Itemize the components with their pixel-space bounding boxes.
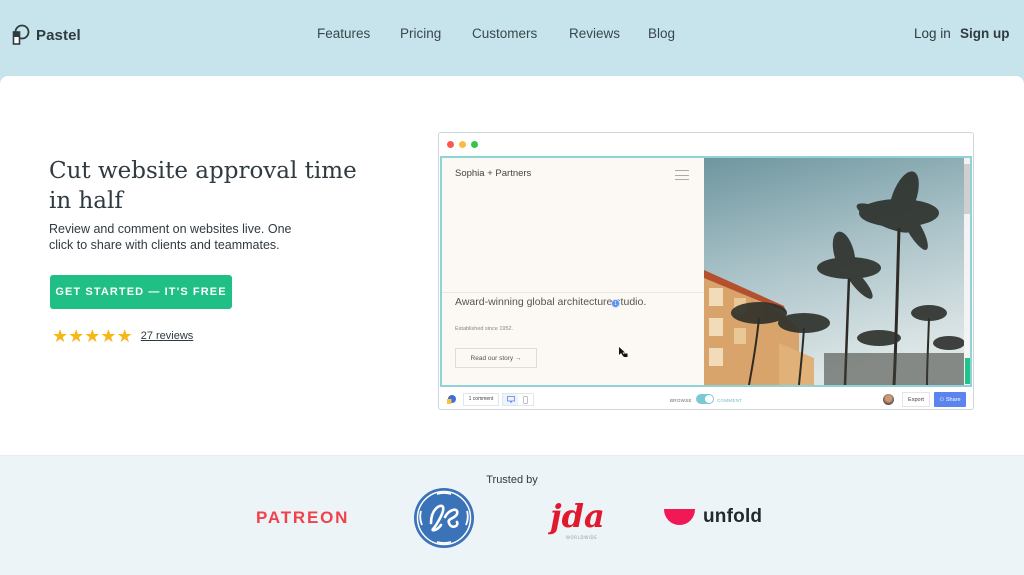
- trusted-by-title: Trusted by: [486, 474, 538, 486]
- hamburger-menu-icon: [675, 170, 689, 180]
- nav-blog[interactable]: Blog: [648, 26, 675, 41]
- read-story-button: Read our story →: [455, 348, 537, 368]
- site-header: Pastel Features Pricing Customers Review…: [0, 0, 1024, 76]
- export-button[interactable]: Export: [902, 392, 930, 407]
- main-nav: Features Pricing Customers Reviews Blog: [0, 26, 1024, 44]
- mobile-icon: [523, 395, 528, 404]
- scroll-indicator: [965, 358, 970, 384]
- unfold-logo-mark: [664, 509, 695, 525]
- scrollbar-thumb[interactable]: [964, 164, 970, 214]
- comment-count-button[interactable]: 1 comment: [463, 393, 499, 406]
- ge-logo: [414, 488, 474, 548]
- unfold-logo: unfold: [664, 506, 762, 528]
- minimize-dot-icon: [459, 141, 466, 148]
- device-switcher: [502, 393, 534, 406]
- desktop-icon: [506, 396, 515, 403]
- preview-site-name: Sophia + Partners: [455, 168, 532, 179]
- share-button[interactable]: ⚇ Share: [934, 392, 966, 407]
- maximize-dot-icon: [471, 141, 478, 148]
- rating: ★ ★ ★ ★ ★ 27 reviews: [52, 327, 193, 345]
- browse-mode-label: BROWSE: [670, 398, 692, 403]
- comment-mode-label: COMMENT: [717, 398, 743, 403]
- nav-pricing[interactable]: Pricing: [400, 26, 441, 41]
- star-icon: ★: [116, 326, 133, 346]
- signup-link[interactable]: Sign up: [960, 26, 1010, 41]
- login-link[interactable]: Log in: [914, 26, 951, 41]
- user-avatar[interactable]: [883, 394, 894, 405]
- star-icon: ★: [100, 326, 117, 346]
- mode-toggle[interactable]: [696, 394, 714, 404]
- unfold-logo-text: unfold: [703, 506, 763, 527]
- mobile-view-button[interactable]: [518, 394, 533, 405]
- star-icon: ★: [52, 326, 69, 346]
- comment-cursor-icon: [619, 347, 628, 357]
- divider: [442, 292, 704, 293]
- pastel-app-icon: [447, 395, 456, 404]
- desktop-view-button[interactable]: [503, 394, 518, 405]
- reviews-link[interactable]: 27 reviews: [141, 330, 194, 342]
- nav-features[interactable]: Features: [317, 26, 370, 41]
- star-rating: ★ ★ ★ ★ ★: [52, 327, 133, 345]
- hero-headline: Cut website approval time in half: [49, 158, 357, 214]
- hero-subtext: Review and comment on websites live. One…: [49, 222, 292, 252]
- preview-scrollbar[interactable]: [964, 158, 970, 385]
- close-dot-icon: [447, 141, 454, 148]
- palm-trees-image: [704, 158, 970, 385]
- jda-logo: jda WORLDWIDE: [548, 497, 605, 540]
- star-icon: ★: [84, 326, 101, 346]
- star-icon: ★: [68, 326, 85, 346]
- nav-reviews[interactable]: Reviews: [569, 26, 620, 41]
- browser-titlebar: [439, 133, 973, 156]
- preview-site-content: Sophia + Partners Award-winning global a…: [442, 158, 704, 385]
- nav-customers[interactable]: Customers: [472, 26, 537, 41]
- comment-pin[interactable]: 1: [611, 299, 620, 308]
- product-mockup: Sophia + Partners Award-winning global a…: [438, 132, 974, 410]
- patreon-logo: PATREON: [256, 508, 350, 527]
- preview-hero-image: [704, 158, 970, 385]
- svg-text:jda: jda: [548, 497, 605, 535]
- trusted-by-section: [0, 455, 1024, 575]
- mockup-toolbar: 1 comment BROWSE COMMENT Export ⚇ Share: [439, 389, 973, 409]
- svg-text:WORLDWIDE: WORLDWIDE: [566, 535, 597, 540]
- preview-tagline: Award-winning global architecture studio…: [455, 296, 647, 308]
- share-label: Share: [945, 396, 961, 403]
- preview-established: Established since 1952.: [455, 326, 514, 332]
- website-preview[interactable]: Sophia + Partners Award-winning global a…: [440, 156, 972, 387]
- get-started-button[interactable]: GET STARTED — IT'S FREE: [50, 275, 232, 309]
